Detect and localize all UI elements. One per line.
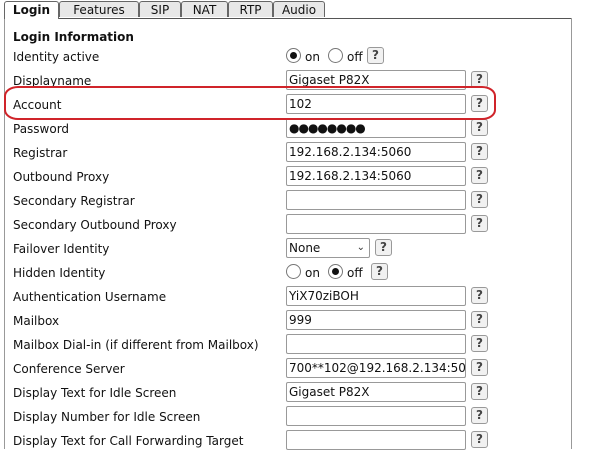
row-cf-text: Display Text for Call Forwarding Target …: [0, 430, 600, 454]
row-mailbox-dialin: Mailbox Dial-in (if different from Mailb…: [0, 334, 600, 358]
displayname-label: Displayname: [13, 74, 92, 88]
help-icon[interactable]: ?: [471, 335, 488, 352]
row-conference-server: Conference Server 700**102@192.168.2.134…: [0, 358, 600, 382]
help-icon[interactable]: ?: [367, 47, 384, 64]
secondary-registrar-input[interactable]: [286, 190, 466, 210]
tab-rtp[interactable]: RTP: [228, 1, 273, 17]
idle-text-input[interactable]: Gigaset P82X: [286, 382, 466, 402]
help-icon[interactable]: ?: [471, 311, 488, 328]
failover-identity-select[interactable]: None ⌄: [286, 238, 370, 258]
row-idle-text: Display Text for Idle Screen Gigaset P82…: [0, 382, 600, 406]
conference-server-label: Conference Server: [13, 362, 125, 376]
failover-identity-label: Failover Identity: [13, 242, 110, 256]
help-icon[interactable]: ?: [471, 71, 488, 88]
row-hidden-identity: Hidden Identity on off ?: [0, 262, 600, 286]
help-icon[interactable]: ?: [471, 359, 488, 376]
idle-text-label: Display Text for Idle Screen: [13, 386, 177, 400]
row-password: Password ●●●●●●●● ?: [0, 118, 600, 142]
identity-active-on-radio[interactable]: [286, 48, 301, 63]
hidden-identity-on-label: on: [305, 266, 320, 280]
help-icon[interactable]: ?: [471, 191, 488, 208]
help-icon[interactable]: ?: [375, 239, 392, 256]
tab-features[interactable]: Features: [59, 1, 139, 17]
help-icon[interactable]: ?: [471, 215, 488, 232]
row-auth-username: Authentication Username YiX70ziBOH ?: [0, 286, 600, 310]
identity-active-on-label: on: [305, 50, 320, 64]
hidden-identity-off-label: off: [347, 266, 363, 280]
row-failover-identity: Failover Identity None ⌄ ?: [0, 238, 600, 262]
tab-sip[interactable]: SIP: [139, 1, 181, 17]
row-secondary-outbound-proxy: Secondary Outbound Proxy ?: [0, 214, 600, 238]
row-account: Account 102 ?: [0, 94, 600, 118]
password-label: Password: [13, 122, 70, 136]
help-icon[interactable]: ?: [471, 119, 488, 136]
row-outbound-proxy: Outbound Proxy 192.168.2.134:5060 ?: [0, 166, 600, 190]
identity-active-off-radio[interactable]: [328, 48, 343, 63]
help-icon[interactable]: ?: [471, 383, 488, 400]
conference-server-input[interactable]: 700**102@192.168.2.134:5060: [286, 358, 466, 378]
help-icon[interactable]: ?: [471, 287, 488, 304]
auth-username-label: Authentication Username: [13, 290, 167, 304]
row-mailbox: Mailbox 999 ?: [0, 310, 600, 334]
password-input[interactable]: ●●●●●●●●: [286, 118, 466, 138]
row-registrar: Registrar 192.168.2.134:5060 ?: [0, 142, 600, 166]
row-idle-number: Display Number for Idle Screen ?: [0, 406, 600, 430]
hidden-identity-on-radio[interactable]: [286, 264, 301, 279]
mailbox-input[interactable]: 999: [286, 310, 466, 330]
row-identity-active: Identity active on off ?: [0, 46, 600, 70]
tab-audio[interactable]: Audio: [273, 1, 325, 17]
chevron-down-icon: ⌄: [356, 242, 365, 253]
help-icon[interactable]: ?: [471, 143, 488, 160]
outbound-proxy-input[interactable]: 192.168.2.134:5060: [286, 166, 466, 186]
help-icon[interactable]: ?: [471, 431, 488, 448]
help-icon[interactable]: ?: [471, 167, 488, 184]
row-secondary-registrar: Secondary Registrar ?: [0, 190, 600, 214]
identity-active-off-label: off: [347, 50, 363, 64]
account-input[interactable]: 102: [286, 94, 466, 114]
secondary-outbound-proxy-input[interactable]: [286, 214, 466, 234]
idle-number-input[interactable]: [286, 406, 466, 426]
identity-active-label: Identity active: [13, 50, 100, 64]
displayname-input[interactable]: Gigaset P82X: [286, 70, 466, 90]
help-icon[interactable]: ?: [471, 95, 488, 112]
cf-text-input[interactable]: [286, 430, 466, 450]
account-label: Account: [13, 98, 62, 112]
tab-bar: Login Features SIP NAT RTP Audio: [4, 0, 572, 19]
tab-nat[interactable]: NAT: [181, 1, 228, 17]
idle-number-label: Display Number for Idle Screen: [13, 410, 201, 424]
mailbox-dialin-label: Mailbox Dial-in (if different from Mailb…: [13, 338, 259, 352]
mailbox-dialin-input[interactable]: [286, 334, 466, 354]
help-icon[interactable]: ?: [471, 407, 488, 424]
secondary-registrar-label: Secondary Registrar: [13, 194, 135, 208]
secondary-outbound-proxy-label: Secondary Outbound Proxy: [13, 218, 177, 232]
cf-text-label: Display Text for Call Forwarding Target: [13, 434, 244, 448]
hidden-identity-label: Hidden Identity: [13, 266, 106, 280]
registrar-input[interactable]: 192.168.2.134:5060: [286, 142, 466, 162]
outbound-proxy-label: Outbound Proxy: [13, 170, 110, 184]
section-title: Login Information: [13, 30, 134, 44]
tab-login[interactable]: Login: [4, 1, 59, 19]
registrar-label: Registrar: [13, 146, 68, 160]
auth-username-input[interactable]: YiX70ziBOH: [286, 286, 466, 306]
failover-identity-value: None: [289, 241, 321, 255]
mailbox-label: Mailbox: [13, 314, 60, 328]
help-icon[interactable]: ?: [371, 263, 388, 280]
hidden-identity-off-radio[interactable]: [328, 264, 343, 279]
row-displayname: Displayname Gigaset P82X ?: [0, 70, 600, 94]
